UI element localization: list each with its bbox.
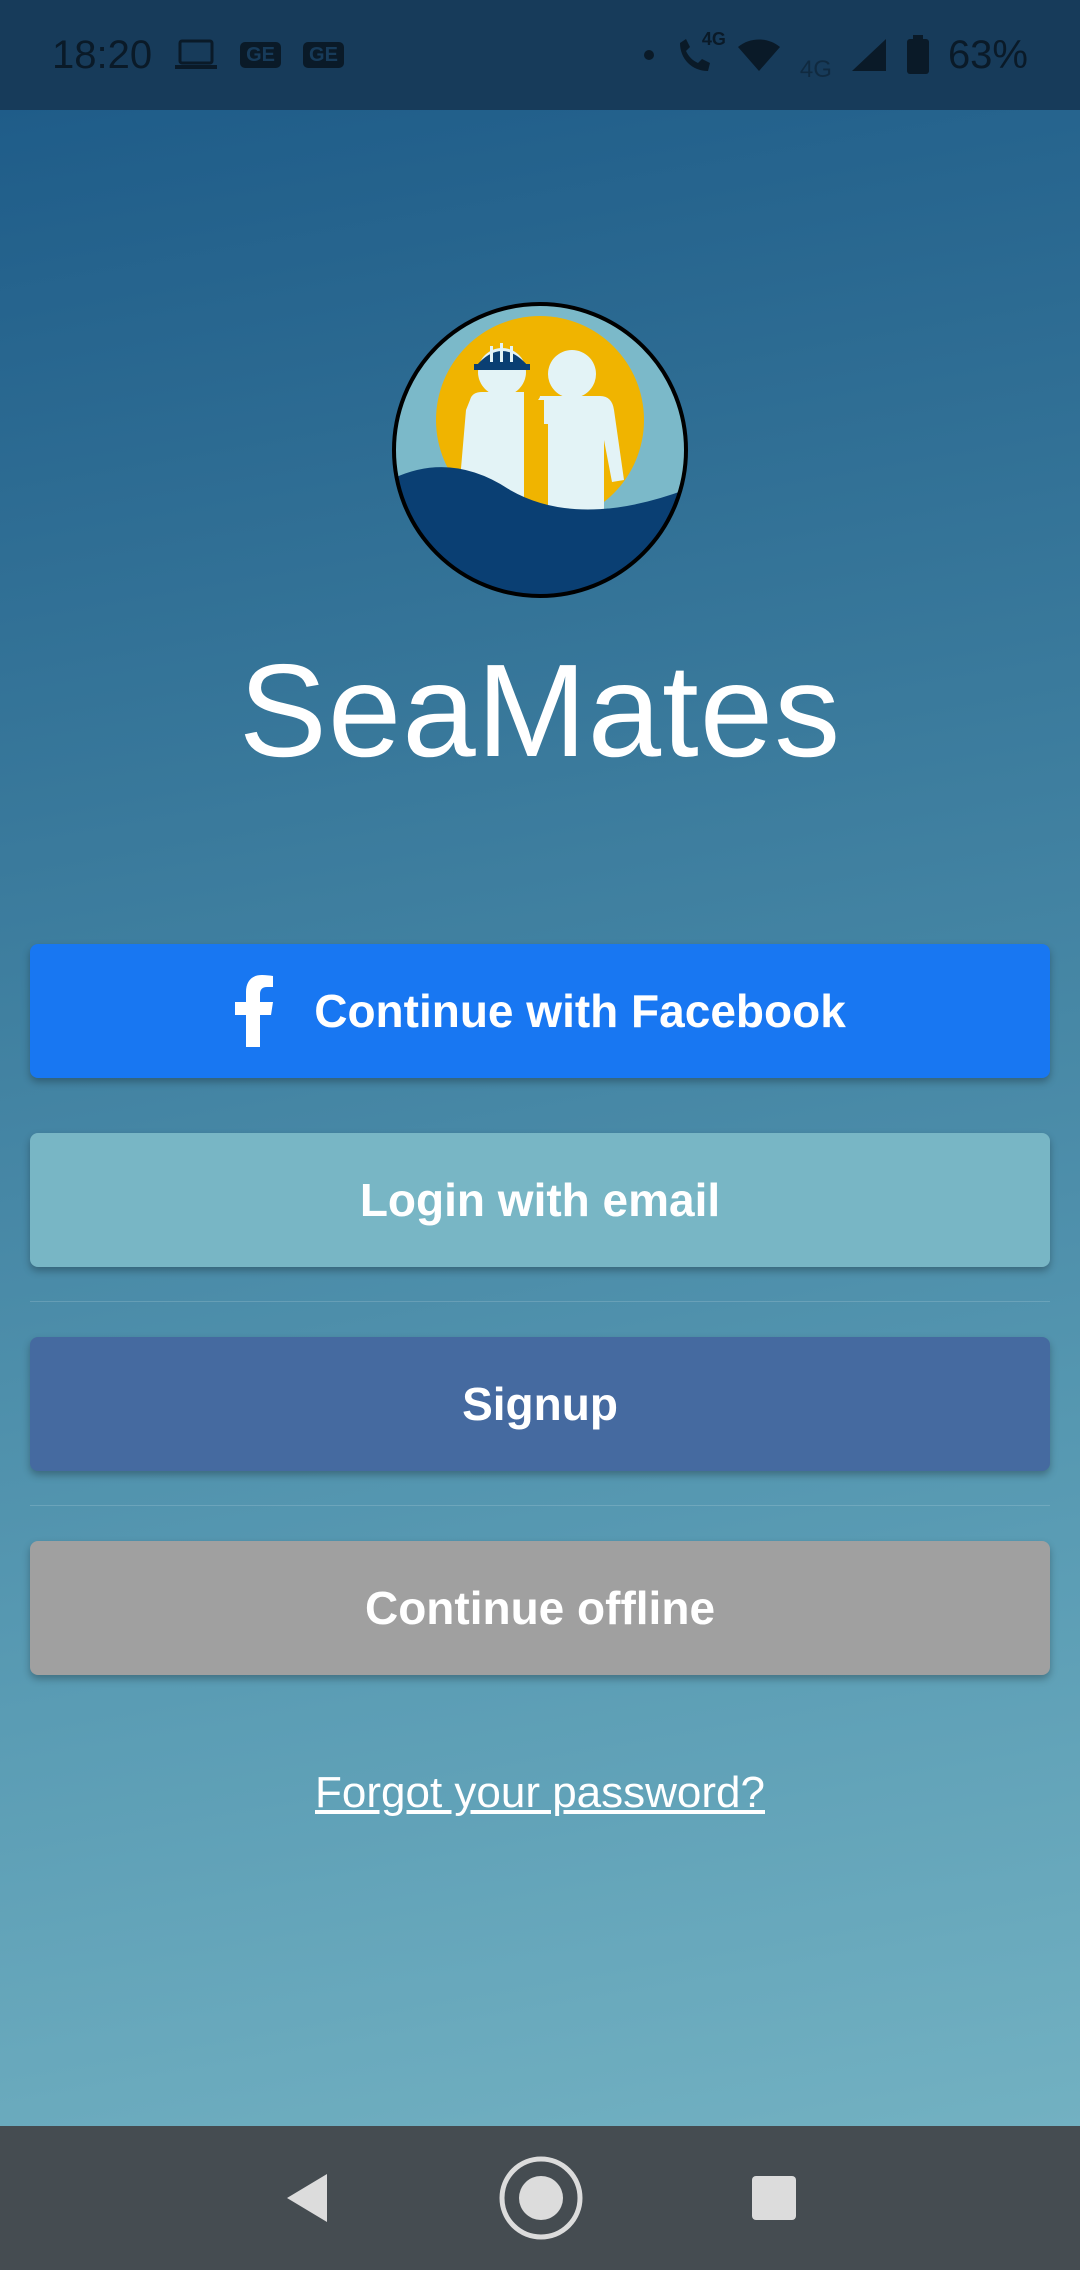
back-icon[interactable]: [283, 2172, 331, 2224]
seamates-logo: [390, 300, 690, 600]
signal-icon: [850, 37, 888, 73]
continue-offline-button[interactable]: Continue offline: [30, 1541, 1050, 1675]
status-bar: 18:20 GE GE 4G 4G 63%: [0, 0, 1080, 110]
status-time: 18:20: [52, 32, 153, 77]
network-label-2: 4G: [799, 56, 832, 83]
dot-icon: [642, 48, 656, 62]
volte-call-icon: 4G: [674, 29, 726, 75]
login-with-email-button[interactable]: Login with email: [30, 1133, 1050, 1267]
status-right: 4G 4G 63%: [642, 26, 1028, 84]
signup-button[interactable]: Signup: [30, 1337, 1050, 1471]
facebook-button-label: Continue with Facebook: [314, 985, 846, 1037]
divider: [30, 1301, 1050, 1302]
status-left: 18:20 GE GE: [52, 33, 344, 78]
ge-badge-icon: GE: [303, 42, 344, 68]
wifi-icon: [736, 37, 782, 73]
battery-percent: 63%: [947, 32, 1028, 77]
email-button-label: Login with email: [359, 1174, 721, 1226]
facebook-icon: [234, 975, 274, 1047]
continue-with-facebook-button[interactable]: Continue with Facebook: [30, 944, 1050, 1078]
app-title: SeaMates: [238, 637, 842, 784]
signup-button-label: Signup: [462, 1378, 618, 1430]
recents-icon[interactable]: [751, 2175, 797, 2221]
network-label-1: 4G: [701, 29, 726, 49]
home-icon[interactable]: [497, 2154, 585, 2242]
navigation-bar: [0, 2126, 1080, 2270]
forgot-password-link[interactable]: Forgot your password?: [0, 1768, 1080, 1818]
ge-badge-icon: GE: [240, 42, 282, 68]
offline-button-label: Continue offline: [364, 1582, 716, 1634]
battery-icon: [906, 35, 930, 75]
laptop-icon: [174, 38, 218, 72]
divider: [30, 1505, 1050, 1506]
